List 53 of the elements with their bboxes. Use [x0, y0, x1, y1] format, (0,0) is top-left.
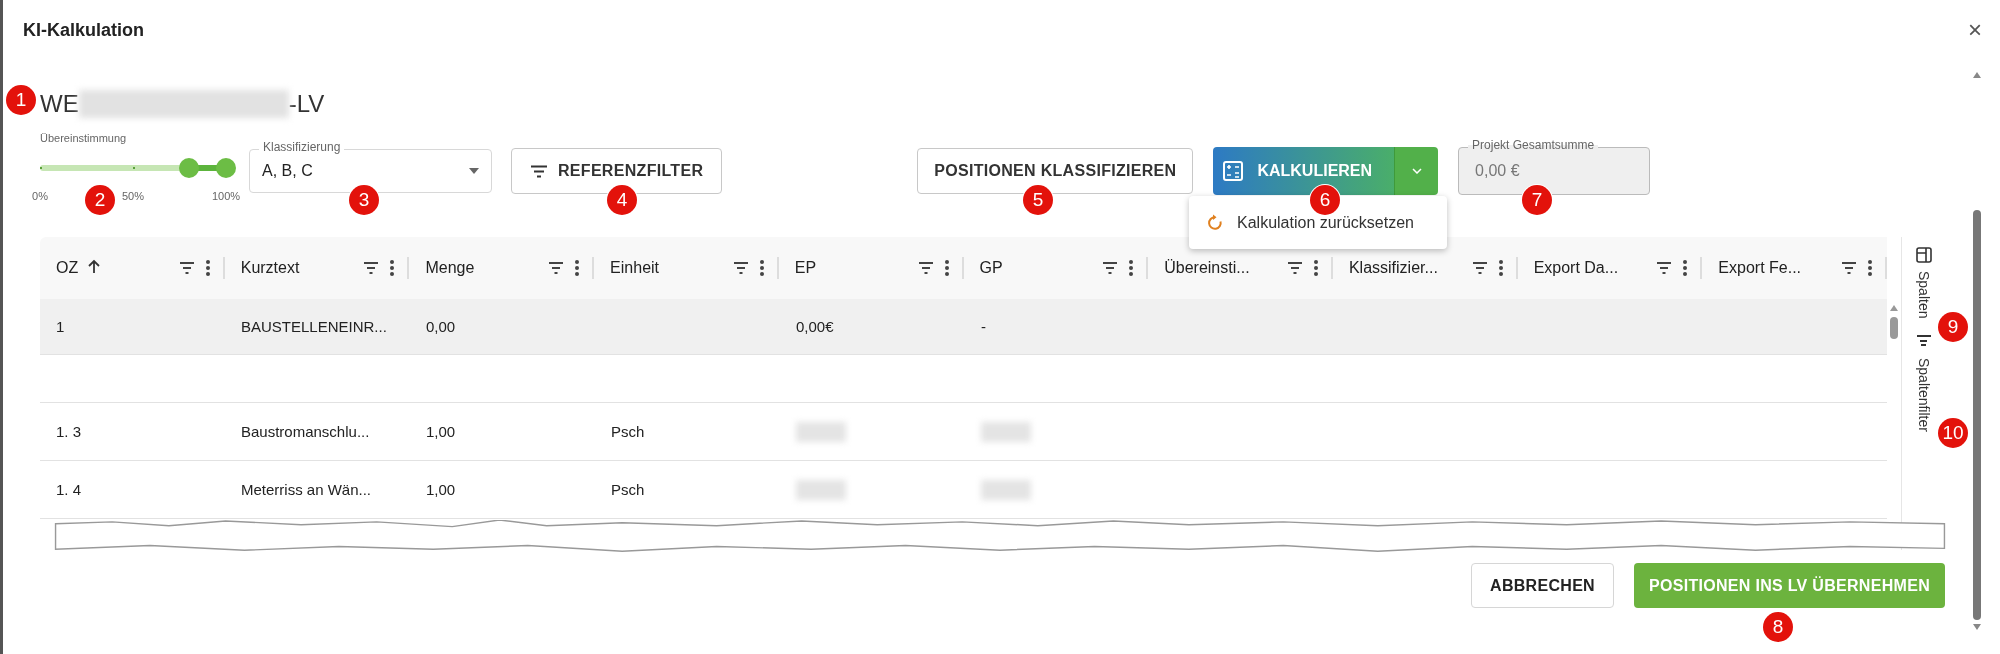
callout-tooltip: 2 [85, 185, 115, 215]
table-cell: Psch [611, 423, 645, 440]
field-label: Klassifizierung [259, 140, 345, 154]
dialog-title: KI-Kalkulation [23, 19, 144, 41]
column-header[interactable]: Export Da... [1533, 259, 1619, 276]
column-header[interactable]: Export Fe... [1718, 259, 1802, 276]
table-cell: 1,00 [426, 423, 456, 440]
column-header[interactable]: Kurztext [240, 259, 300, 276]
side-panel-tab[interactable]: Spaltenfilter [1915, 334, 1932, 433]
tick-label: 100% [211, 190, 241, 202]
select-value: A, B, C [262, 162, 313, 180]
table-cell: 1. 3 [56, 423, 82, 440]
table-cell: 0,00€ [796, 318, 834, 335]
callout-tooltip: 7 [1522, 185, 1552, 215]
field-label: Projekt Gesamtsumme [1468, 138, 1599, 152]
callout-tooltip: 3 [349, 185, 379, 215]
table-cell: 0,00 [426, 318, 456, 335]
callout-tooltip: 10 [1938, 418, 1968, 448]
column-header[interactable]: Klassifizier... [1348, 259, 1438, 276]
tick-label: 0% [32, 190, 48, 202]
table-cell: 1. 4 [56, 481, 82, 498]
selected-row[interactable]: 1 BAUSTELLENEINR... 0,00 0,00€ - [40, 299, 1888, 355]
column-header[interactable]: Übereinsti... [1164, 259, 1250, 276]
column-header[interactable]: EP [794, 259, 817, 276]
column-header[interactable]: GP [979, 259, 1003, 276]
reference-filter-button[interactable]: REFERENZFILTER [511, 148, 723, 194]
callout-tooltip: 8 [1763, 612, 1793, 642]
project-title: WE [40, 90, 79, 118]
column-header[interactable]: OZ [56, 259, 79, 276]
classify-button[interactable]: POSITIONEN KLASSIFIZIEREN [917, 148, 1194, 194]
callout-tooltip: 6 [1310, 185, 1340, 215]
callout-tooltip: 1 [6, 85, 36, 115]
callout-tooltip: 5 [1023, 185, 1053, 215]
close-button[interactable]: × [1968, 18, 1982, 42]
table-cell: BAUSTELLENEINR... [241, 318, 387, 335]
table-row[interactable]: 1. 3 Baustromanschlu... 1,00 Psch [40, 403, 1888, 461]
table-row[interactable]: 1. 4 Meterriss an Wän... 1,00 Psch [40, 461, 1888, 519]
callout-tooltip: 4 [607, 185, 637, 215]
slider-label: Übereinstimmung [40, 132, 127, 144]
table-cell: 1 [56, 318, 65, 335]
table-cell: Meterriss an Wän... [241, 481, 372, 498]
table-cell: Psch [611, 481, 645, 498]
cancel-button[interactable]: ABBRECHEN [1471, 563, 1614, 608]
field-value: 0,00 € [1475, 162, 1520, 180]
callout-tooltip: 9 [1938, 312, 1968, 342]
side-panel-tab[interactable]: Spalten [1915, 247, 1932, 319]
table-cell: - [981, 318, 986, 335]
project-title: -LV [288, 90, 325, 118]
table-cell: Baustromanschlu... [241, 423, 370, 440]
tick-label: 50% [122, 190, 144, 202]
table-cell: 1,00 [426, 481, 456, 498]
column-header[interactable]: Menge [425, 259, 475, 276]
column-header[interactable]: Einheit [610, 259, 660, 276]
